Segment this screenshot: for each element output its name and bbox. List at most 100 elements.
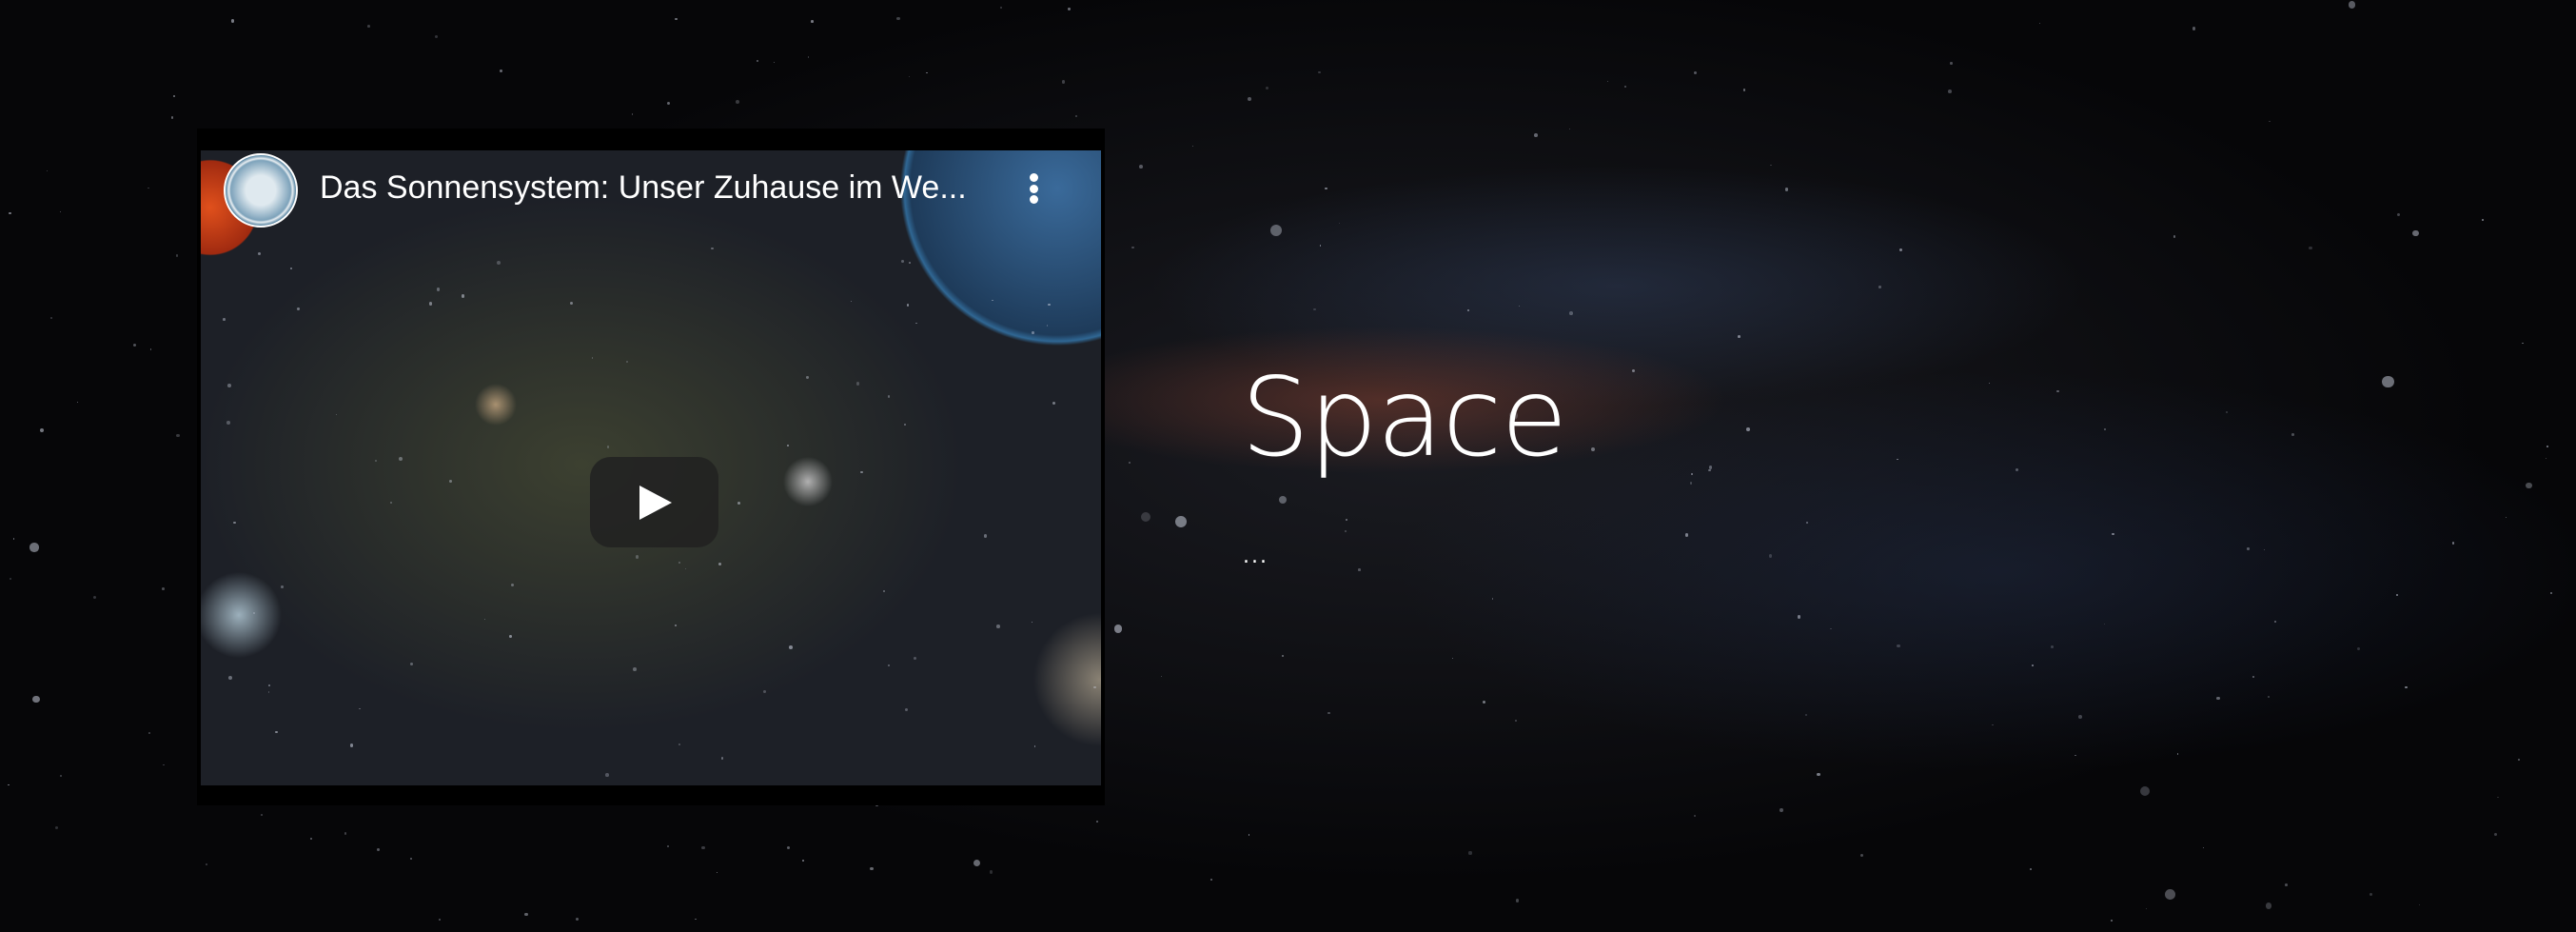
star (1989, 383, 1991, 385)
star (1693, 70, 1698, 75)
star (2396, 212, 2401, 217)
star (896, 16, 900, 21)
star (59, 774, 63, 778)
star (989, 870, 993, 875)
star (1319, 245, 1322, 247)
star (1693, 814, 1697, 817)
star (2526, 483, 2532, 489)
star (223, 318, 226, 321)
star (267, 684, 270, 686)
star (1466, 308, 1469, 311)
star (1345, 518, 1348, 521)
star (684, 567, 686, 569)
star (1590, 446, 1595, 451)
star (1897, 644, 1900, 648)
star (410, 663, 413, 666)
star (906, 304, 910, 307)
star (2038, 23, 2040, 25)
video-title[interactable]: Das Sonnensystem: Unser Zuhause im We... (320, 169, 967, 207)
star (1075, 115, 1078, 118)
star (1770, 165, 1772, 167)
star (205, 863, 207, 865)
star (233, 521, 236, 525)
star (1139, 164, 1143, 169)
star (2145, 908, 2148, 910)
star (999, 7, 1003, 10)
play-button[interactable] (590, 457, 718, 547)
star (1344, 530, 1347, 533)
star (851, 300, 853, 302)
star (439, 918, 442, 921)
star (172, 95, 176, 98)
star (2075, 754, 2076, 757)
star (335, 413, 338, 416)
star (888, 664, 891, 667)
star (1248, 96, 1251, 101)
star (1878, 286, 1881, 288)
star (855, 382, 859, 386)
star (133, 344, 137, 347)
star (511, 583, 515, 587)
star (2112, 533, 2114, 536)
star (675, 17, 678, 20)
video-thumbnail[interactable]: Das Sonnensystem: Unser Zuhause im We... (201, 150, 1101, 785)
star (2419, 903, 2421, 905)
star (914, 322, 917, 325)
star (1569, 310, 1573, 315)
star (410, 857, 413, 860)
star (575, 918, 579, 922)
star (1174, 515, 1187, 527)
star (2110, 920, 2114, 922)
star (2291, 433, 2294, 436)
star (903, 423, 907, 426)
star (1046, 324, 1049, 327)
star (1279, 496, 1288, 505)
star (2545, 457, 2547, 459)
play-icon (639, 486, 672, 520)
star (992, 299, 993, 302)
star (1482, 701, 1485, 704)
star (1897, 458, 1898, 460)
star (147, 187, 149, 189)
channel-avatar[interactable] (224, 153, 298, 228)
star (806, 376, 809, 379)
star (149, 348, 151, 350)
star (2452, 542, 2455, 545)
star (1266, 87, 1268, 90)
star (1860, 853, 1864, 857)
star (1797, 615, 1800, 619)
star (773, 61, 775, 64)
star (1514, 719, 1518, 723)
star (2284, 883, 2288, 886)
star (2405, 685, 2408, 689)
star (230, 19, 235, 23)
star (1327, 711, 1331, 715)
star (737, 501, 741, 506)
star (860, 470, 863, 473)
star (1785, 188, 1789, 191)
star (32, 695, 40, 703)
star (973, 860, 980, 867)
star (92, 595, 97, 599)
star (1830, 627, 1832, 630)
star (2192, 27, 2196, 30)
star (2077, 715, 2082, 720)
star (267, 691, 269, 693)
star (1623, 85, 1626, 88)
star (275, 730, 278, 734)
star (1338, 222, 1340, 224)
star (2522, 342, 2524, 345)
star (900, 259, 905, 264)
star (1742, 89, 1746, 91)
embedded-video-player[interactable]: Das Sonnensystem: Unser Zuhause im We... (197, 129, 1105, 805)
star (2357, 647, 2361, 651)
star (2274, 620, 2277, 623)
star (1282, 655, 1285, 658)
more-options-icon[interactable] (1019, 169, 1048, 208)
star (1068, 8, 1071, 10)
star (2056, 389, 2059, 393)
star (2104, 428, 2107, 431)
star (2506, 517, 2507, 519)
star (2412, 229, 2419, 236)
star (2382, 376, 2394, 388)
